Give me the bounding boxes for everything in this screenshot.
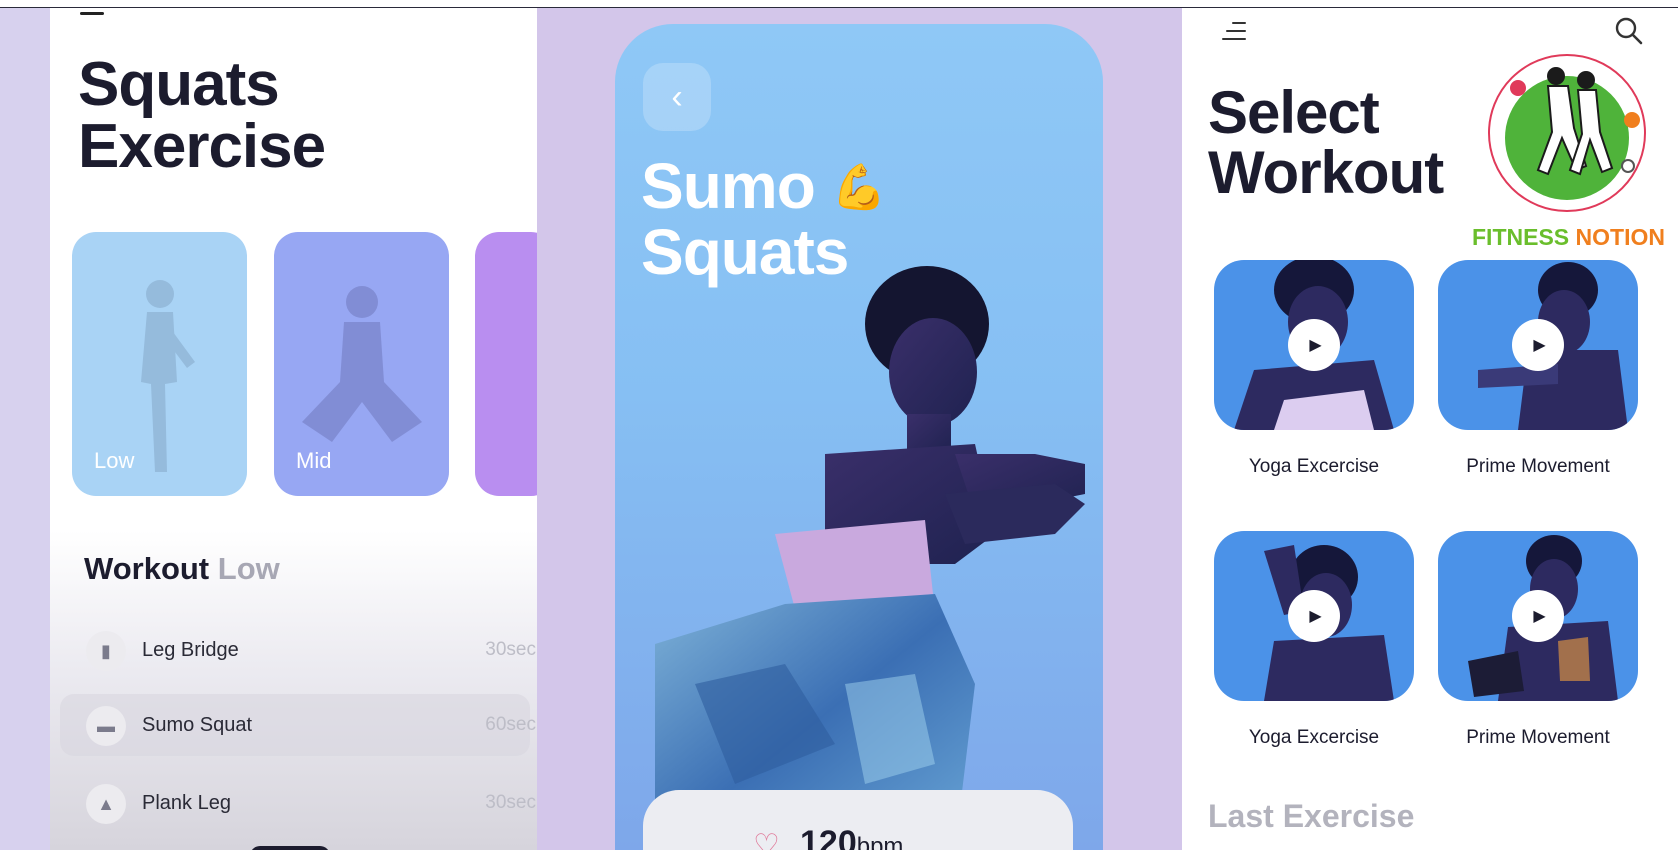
page-title: Squats Exercise [78, 54, 326, 181]
back-button[interactable]: ‹ [643, 63, 711, 131]
workout-card[interactable]: ▶ [1438, 260, 1638, 430]
level-card-high[interactable] [475, 232, 537, 496]
title-line-2: Workout [1208, 139, 1444, 206]
chevron-left-icon: ‹ [671, 77, 683, 116]
squats-exercise-screen: Squats Exercise Low Mid Workout Low ▮ Le… [50, 8, 537, 850]
start-button[interactable] [250, 846, 330, 850]
page-title: Select Workout [1208, 83, 1444, 206]
fitness-notion-logo [1488, 54, 1646, 212]
workout-card-label: Prime Movement [1466, 727, 1610, 748]
brand-word-2: NOTION [1575, 224, 1665, 250]
window-top-bar [0, 0, 1678, 8]
workout-heading-text: Workout [84, 551, 210, 586]
menu-icon[interactable] [80, 12, 104, 15]
play-button[interactable]: ▶ [1288, 319, 1340, 371]
workout-heading: Workout Low [84, 551, 280, 587]
last-exercise-heading: Last Exercise [1208, 798, 1415, 834]
play-button[interactable]: ▶ [1512, 590, 1564, 642]
exercise-name: Leg Bridge [142, 639, 239, 661]
athlete-squat-photo [655, 266, 1085, 850]
exercise-title-line-1: Sumo [641, 150, 816, 222]
play-icon: ▶ [1309, 608, 1322, 625]
exercise-row[interactable]: ▬ Sumo Squat 60sec [60, 694, 536, 756]
leg-bridge-icon: ▮ [86, 631, 126, 671]
exercise-row[interactable]: ▮ Leg Bridge 30sec [86, 625, 536, 675]
select-workout-screen: Select Workout FITNESS NOTION ▶ Yoga Exc… [1182, 8, 1678, 850]
sitting-figure-icon [301, 286, 422, 442]
brand-word-1: FITNESS [1472, 224, 1570, 250]
search-icon[interactable] [1614, 16, 1644, 46]
heart-icon: ♡ [753, 829, 780, 850]
workout-card[interactable]: ▶ [1438, 531, 1638, 701]
sumo-squats-screen: ‹ Sumo 💪 Squats ♡ 120bpm [615, 24, 1103, 850]
exercise-row[interactable]: ▲ Plank Leg 30sec [86, 778, 536, 828]
workout-card[interactable]: ▶ [1214, 260, 1414, 430]
level-card-mid[interactable]: Mid [274, 232, 449, 496]
workout-card-label: Prime Movement [1466, 456, 1610, 477]
exercise-duration: 60sec [485, 714, 536, 735]
menu-icon[interactable] [1222, 22, 1246, 46]
workout-card-label: Yoga Excercise [1248, 456, 1380, 477]
plank-leg-icon: ▲ [86, 784, 126, 824]
heart-rate-value: 120 [800, 824, 857, 850]
title-line-1: Squats [78, 50, 280, 119]
play-icon: ▶ [1309, 337, 1322, 354]
sumo-squat-icon: ▬ [86, 706, 126, 746]
exercise-name: Plank Leg [142, 792, 231, 814]
heart-rate-card[interactable]: ♡ 120bpm [643, 790, 1073, 850]
level-card-low[interactable]: Low [72, 232, 247, 496]
exercise-name: Sumo Squat [142, 714, 253, 736]
play-icon: ▶ [1533, 337, 1546, 354]
level-label-mid: Mid [296, 448, 332, 473]
heart-rate-readout: 120bpm [800, 824, 903, 850]
title-line-2: Exercise [78, 112, 326, 181]
heart-rate-unit: bpm [856, 833, 904, 850]
play-button[interactable]: ▶ [1288, 590, 1340, 642]
workout-card-label: Yoga Excercise [1248, 727, 1380, 748]
flexed-biceps-icon: 💪 [831, 163, 887, 212]
play-button[interactable]: ▶ [1512, 319, 1564, 371]
play-icon: ▶ [1533, 608, 1546, 625]
brand-name: FITNESS NOTION [1472, 224, 1665, 251]
workout-card[interactable]: ▶ [1214, 531, 1414, 701]
workout-level-text: Low [217, 551, 280, 586]
exercise-duration: 30sec [485, 639, 536, 660]
title-line-1: Select [1208, 79, 1380, 146]
exercise-duration: 30sec [485, 792, 536, 813]
level-label-low: Low [94, 448, 135, 473]
